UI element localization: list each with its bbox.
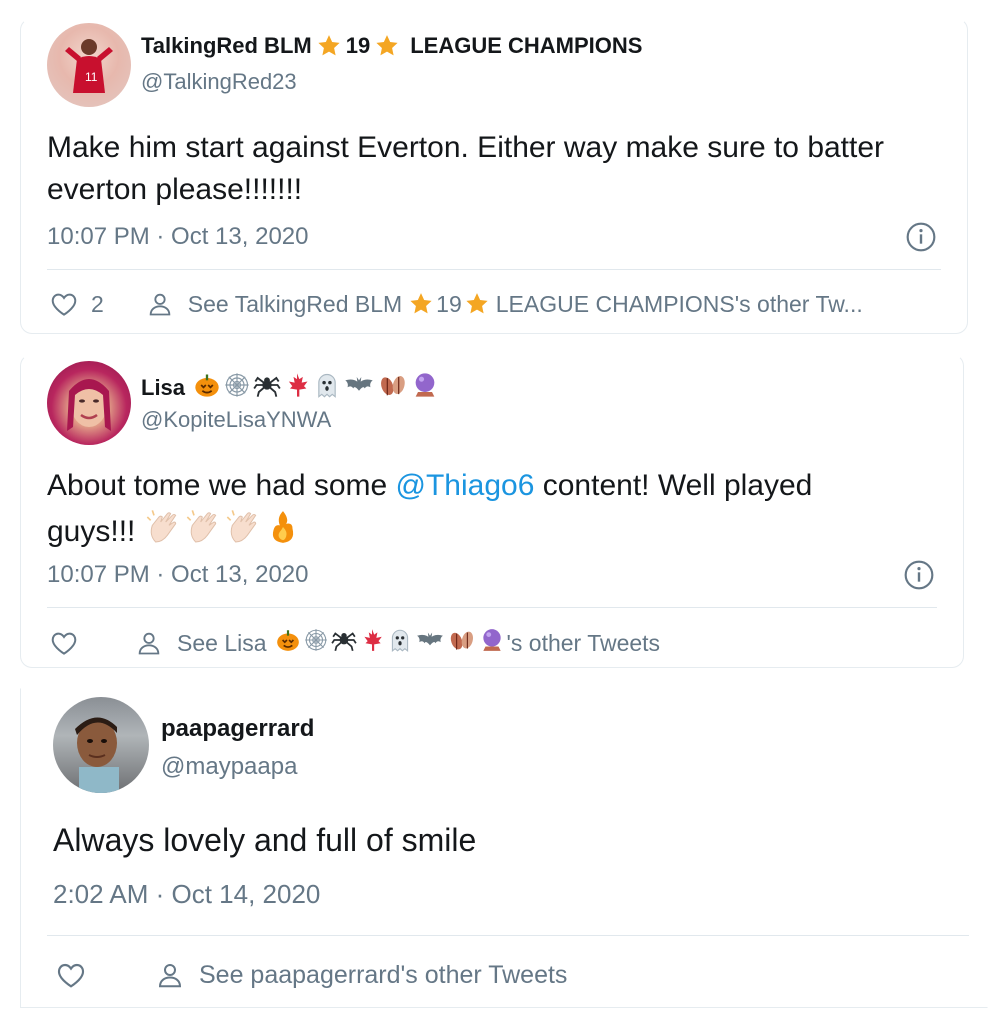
crystal-ball-icon (411, 371, 439, 405)
player-figure-icon: 11 (65, 39, 113, 93)
tweet-card: paapagerrard @maypaapa Always lovely and… (20, 688, 988, 1008)
see-other-suffix: 's other Tweets (506, 629, 661, 656)
ghost-icon (313, 371, 341, 405)
avatar[interactable] (53, 697, 149, 793)
see-other-number: 19 (436, 290, 462, 317)
see-other-tweets-link[interactable]: See paapagerrard's other Tweets (155, 960, 567, 990)
spider-icon (253, 371, 281, 405)
see-other-label: See paapagerrard's other Tweets (199, 960, 568, 989)
star-icon (318, 35, 340, 56)
fire-icon (264, 507, 302, 559)
user-handle[interactable]: @TalkingRed23 (141, 69, 297, 95)
face-icon (75, 717, 119, 793)
display-name[interactable]: Lisa (141, 371, 439, 405)
clapping-hands-icon (184, 507, 224, 559)
tweet-text: About tome we had some @Thiago6 content!… (47, 465, 907, 559)
timestamp[interactable]: 10:07 PM · Oct 13, 2020 (47, 223, 308, 251)
display-name-number: 19 (345, 33, 371, 58)
person-outline-icon (138, 632, 160, 655)
crystal-ball-icon (479, 627, 505, 659)
tweet-text-part: About tome we had some (47, 469, 396, 502)
spider-web-icon (303, 627, 329, 659)
fallen-leaves-icon (377, 371, 409, 405)
maple-leaf-icon (359, 627, 385, 659)
heart-outline-icon[interactable] (49, 289, 79, 319)
display-name-text: Lisa (141, 375, 186, 400)
timestamp[interactable]: 2:02 AM · Oct 14, 2020 (53, 879, 320, 910)
star-icon (466, 293, 488, 314)
see-other-prefix: See TalkingRed BLM (187, 290, 403, 317)
tweet-actions: See paapagerrard's other Tweets (55, 959, 567, 991)
heart-outline-icon[interactable] (49, 628, 79, 658)
tweet-actions: See Lisa 's other Tweets (49, 627, 660, 659)
see-other-prefix: See Lisa (177, 629, 267, 656)
divider (47, 607, 937, 608)
display-name[interactable]: paapagerrard (161, 715, 314, 743)
tweet-text: Always lovely and full of smile (53, 822, 477, 858)
face-icon (67, 379, 111, 431)
tweet-card: 11 TalkingRed BLM 19 LEAGUE CHAMPIONS @T… (20, 18, 968, 334)
spider-web-icon (223, 371, 251, 405)
bat-icon (415, 627, 445, 659)
avatar[interactable] (47, 361, 131, 445)
tweet-card: Lisa @KopiteLisaYNWA About tome we had s… (20, 354, 964, 668)
info-circle-icon[interactable] (905, 221, 937, 253)
spider-icon (330, 627, 357, 659)
heart-outline-icon[interactable] (55, 959, 87, 991)
see-other-suffix: LEAGUE CHAMPIONS's other Tw... (495, 290, 863, 317)
like-count: 2 (91, 290, 104, 317)
person-outline-icon (149, 293, 171, 316)
display-name-text: TalkingRed BLM (141, 33, 312, 58)
user-handle[interactable]: @KopiteLisaYNWA (141, 407, 331, 433)
display-name-suffix: LEAGUE CHAMPIONS (410, 33, 643, 58)
star-icon (410, 293, 432, 314)
clapping-hands-icon (144, 507, 184, 559)
clapping-hands-icon (224, 507, 264, 559)
pumpkin-icon (193, 371, 221, 405)
person-outline-icon (158, 964, 182, 988)
timestamp[interactable]: 10:07 PM · Oct 13, 2020 (47, 561, 308, 589)
divider (47, 269, 941, 270)
user-handle[interactable]: @maypaapa (161, 753, 297, 781)
display-name[interactable]: TalkingRed BLM 19 LEAGUE CHAMPIONS (141, 33, 642, 59)
maple-leaf-icon (283, 371, 311, 405)
avatar[interactable]: 11 (47, 23, 131, 107)
see-other-tweets-link[interactable]: See Lisa 's other Tweets (135, 627, 660, 659)
svg-text:11: 11 (85, 70, 98, 84)
tweet-text: Make him start against Everton. Either w… (47, 131, 885, 206)
info-circle-icon[interactable] (903, 559, 935, 591)
mention-link[interactable]: @Thiago6 (396, 469, 535, 502)
tweet-actions: 2 See TalkingRed BLM 19 LEAGUE CHAMPIONS… (49, 289, 863, 319)
star-icon (376, 35, 398, 56)
bat-icon (343, 371, 375, 405)
pumpkin-icon (275, 627, 301, 659)
divider (47, 935, 969, 936)
ghost-icon (387, 627, 413, 659)
see-other-tweets-link[interactable]: See TalkingRed BLM 19 LEAGUE CHAMPIONS's… (146, 290, 863, 318)
fallen-leaves-icon (447, 627, 477, 659)
